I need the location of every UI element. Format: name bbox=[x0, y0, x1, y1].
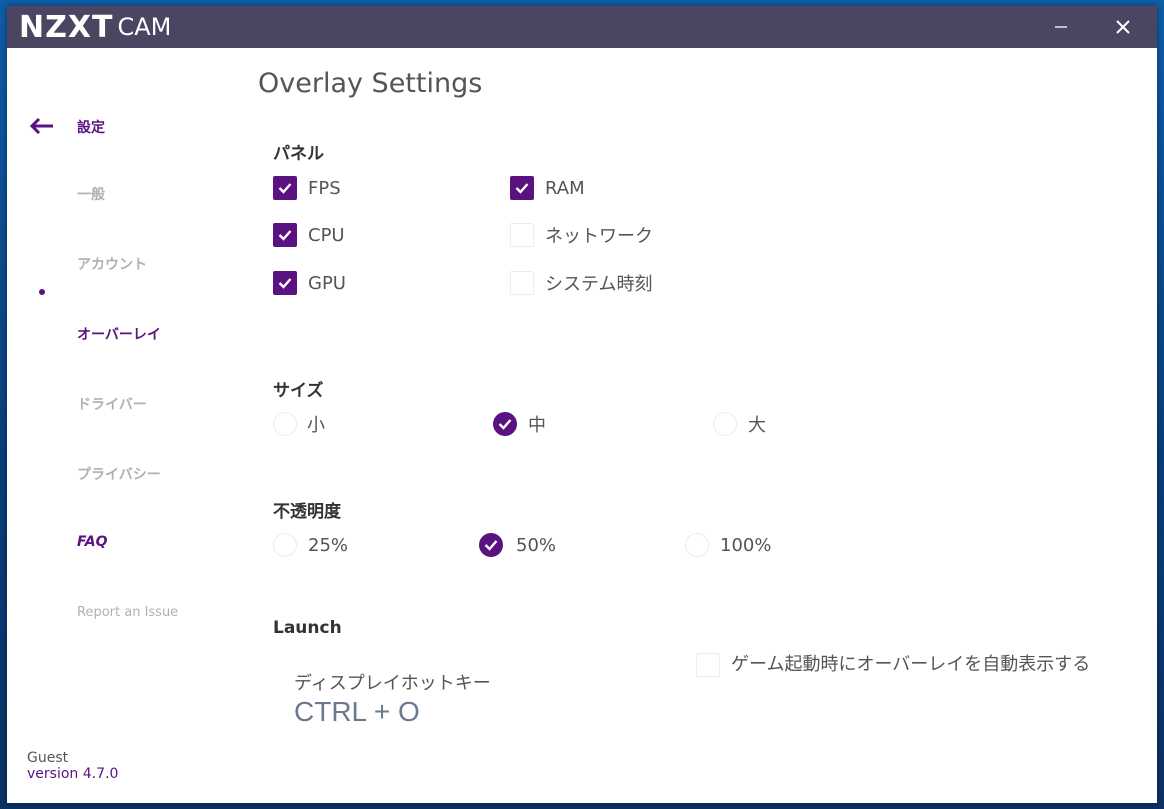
check-icon bbox=[278, 278, 292, 289]
back-button[interactable] bbox=[29, 117, 55, 135]
opacity-section-title: 不透明度 bbox=[273, 502, 341, 522]
option-label: 大 bbox=[748, 415, 766, 436]
product-name: CAM bbox=[117, 13, 172, 41]
checkbox[interactable] bbox=[273, 223, 297, 247]
radio[interactable] bbox=[713, 412, 737, 436]
opacity-option-100[interactable]: 100% bbox=[685, 532, 771, 558]
radio[interactable] bbox=[273, 533, 297, 557]
check-icon bbox=[484, 540, 498, 551]
panel-option-network[interactable]: ネットワーク bbox=[510, 222, 653, 248]
minimize-button[interactable] bbox=[1033, 6, 1089, 48]
opacity-option-50[interactable]: 50% bbox=[479, 532, 556, 558]
radio[interactable] bbox=[685, 533, 709, 557]
sidebar-item-general[interactable]: 一般 bbox=[77, 184, 105, 204]
check-icon bbox=[278, 230, 292, 241]
checkbox[interactable] bbox=[273, 271, 297, 295]
minimize-icon bbox=[1055, 26, 1067, 28]
option-label: ネットワーク bbox=[545, 226, 653, 247]
sidebar-item-report-issue[interactable]: Report an Issue bbox=[77, 605, 178, 620]
app-version: version 4.7.0 bbox=[27, 766, 119, 782]
size-option-small[interactable]: 小 bbox=[273, 411, 325, 437]
option-label: 小 bbox=[307, 415, 325, 436]
radio[interactable] bbox=[479, 533, 503, 557]
check-icon bbox=[515, 183, 529, 194]
active-indicator bbox=[39, 289, 45, 295]
auto-launch-option[interactable]: ゲーム起動時にオーバーレイを自動表示する bbox=[696, 653, 1096, 678]
arrow-left-icon bbox=[29, 117, 53, 135]
panel-section-title: パネル bbox=[273, 144, 324, 164]
checkbox[interactable] bbox=[510, 176, 534, 200]
check-icon bbox=[278, 183, 292, 194]
panel-option-fps[interactable]: FPS bbox=[273, 175, 341, 201]
option-label: 50% bbox=[516, 534, 557, 556]
sidebar-item-faq[interactable]: FAQ bbox=[77, 534, 108, 550]
option-label: RAM bbox=[545, 177, 585, 199]
radio[interactable] bbox=[493, 412, 517, 436]
option-label: 100% bbox=[720, 534, 772, 556]
size-option-large[interactable]: 大 bbox=[713, 411, 766, 437]
app-window: NZXT CAM 設定 一般 アカウント オーバーレイ ドライバー プライバシー… bbox=[7, 6, 1157, 803]
sidebar-item-overlay[interactable]: オーバーレイ bbox=[77, 324, 161, 344]
option-label: ゲーム起動時にオーバーレイを自動表示する bbox=[731, 654, 1091, 675]
launch-section-title: Launch bbox=[273, 618, 342, 638]
checkbox[interactable] bbox=[696, 653, 720, 677]
brand-name: NZXT bbox=[19, 9, 114, 45]
sidebar-item-privacy[interactable]: プライバシー bbox=[77, 464, 161, 484]
checkbox[interactable] bbox=[510, 271, 534, 295]
settings-header: 設定 bbox=[77, 120, 105, 136]
option-label: CPU bbox=[308, 224, 345, 246]
checkbox[interactable] bbox=[510, 223, 534, 247]
panel-option-system-time[interactable]: システム時刻 bbox=[510, 270, 652, 296]
sidebar-item-account[interactable]: アカウント bbox=[77, 254, 147, 274]
hotkey-value[interactable]: CTRL + O bbox=[294, 696, 420, 728]
panel-option-ram[interactable]: RAM bbox=[510, 175, 585, 201]
checkbox[interactable] bbox=[273, 176, 297, 200]
panel-option-cpu[interactable]: CPU bbox=[273, 222, 345, 248]
option-label: FPS bbox=[308, 177, 341, 199]
user-name: Guest bbox=[27, 750, 69, 766]
option-label: GPU bbox=[308, 272, 346, 294]
close-button[interactable] bbox=[1095, 6, 1151, 48]
size-section-title: サイズ bbox=[273, 381, 324, 401]
user-info: Guest version 4.7.0 bbox=[27, 750, 118, 782]
option-label: システム時刻 bbox=[545, 274, 653, 295]
sidebar-item-driver[interactable]: ドライバー bbox=[77, 394, 147, 414]
close-icon bbox=[1116, 20, 1130, 34]
hotkey-label: ディスプレイホットキー bbox=[294, 673, 491, 694]
title-bar: NZXT CAM bbox=[7, 6, 1157, 48]
size-option-medium[interactable]: 中 bbox=[493, 411, 546, 437]
panel-option-gpu[interactable]: GPU bbox=[273, 270, 346, 296]
sidebar: 設定 一般 アカウント オーバーレイ ドライバー プライバシー FAQ Repo… bbox=[7, 48, 247, 803]
app-logo: NZXT CAM bbox=[19, 9, 172, 45]
page-title: Overlay Settings bbox=[258, 68, 483, 99]
option-label: 25% bbox=[308, 534, 349, 556]
check-icon bbox=[498, 419, 512, 430]
opacity-option-25[interactable]: 25% bbox=[273, 532, 348, 558]
radio[interactable] bbox=[273, 412, 297, 436]
option-label: 中 bbox=[528, 415, 546, 436]
